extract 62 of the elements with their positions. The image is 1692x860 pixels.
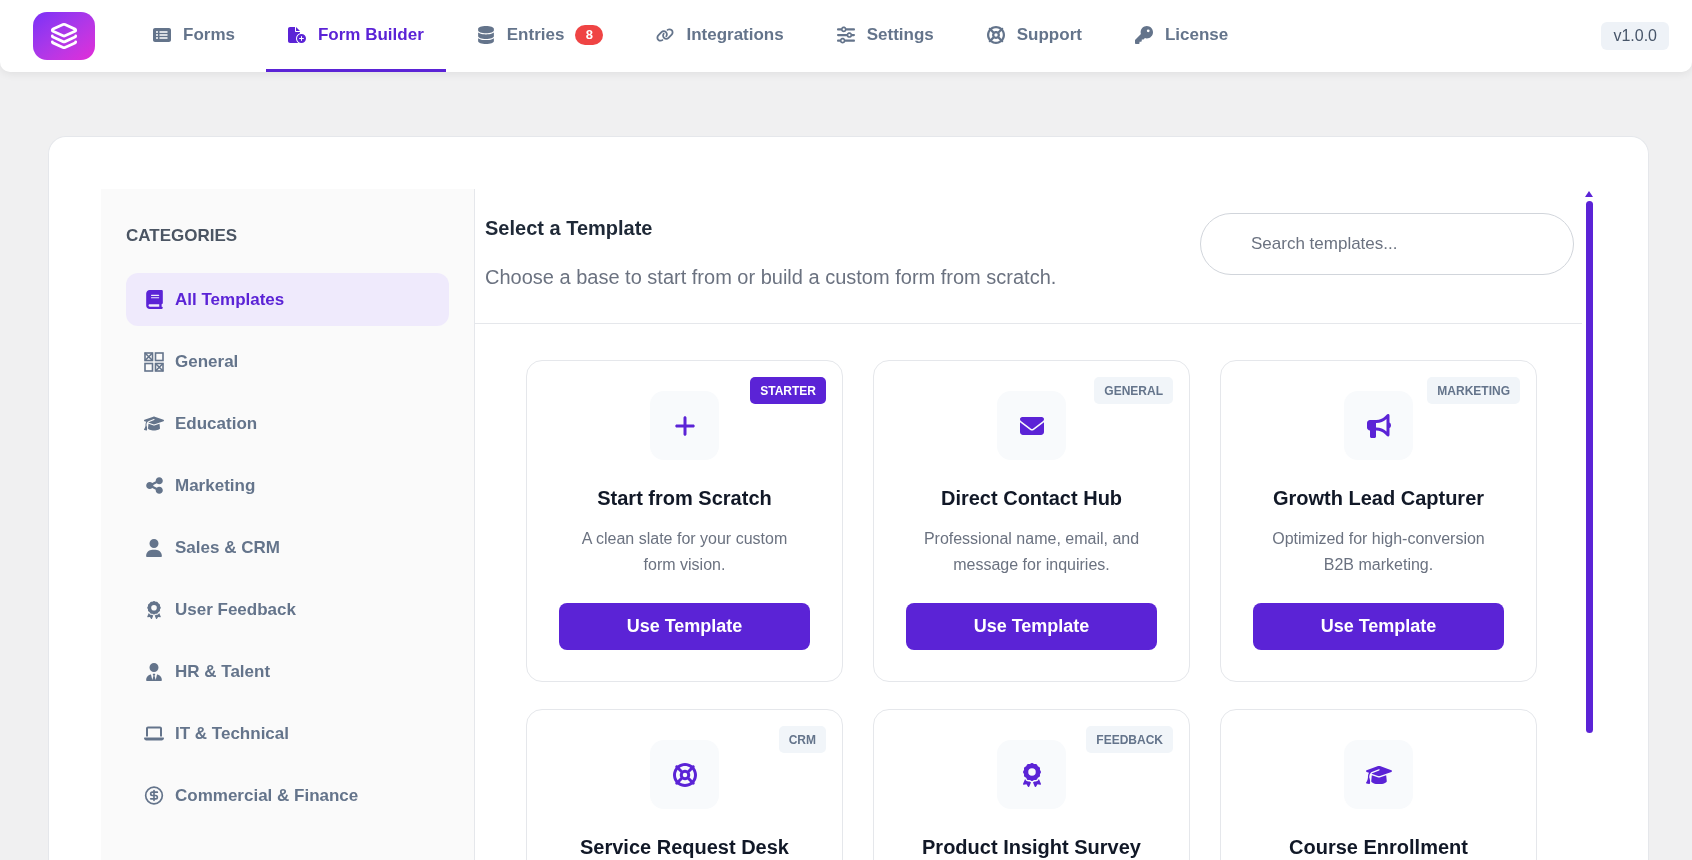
category-item[interactable]: All Templates xyxy=(126,273,449,326)
category-badge: MARKETING xyxy=(1427,377,1520,404)
user-tie-icon xyxy=(145,662,163,681)
award-icon xyxy=(997,740,1066,809)
list-icon xyxy=(153,25,171,44)
nav-tab[interactable]: Forms xyxy=(131,0,257,72)
nav-tab[interactable]: Form Builder xyxy=(265,0,446,72)
template-title: Start from Scratch xyxy=(597,486,772,511)
template-title: Growth Lead Capturer xyxy=(1272,486,1485,511)
version-badge: v1.0.0 xyxy=(1601,22,1669,50)
nav-tab[interactable]: Entries 8 xyxy=(454,0,626,72)
category-item[interactable]: Education xyxy=(126,397,449,450)
use-template-button[interactable]: Use Template xyxy=(1253,603,1504,650)
grid-icon xyxy=(144,351,164,372)
sidebar-heading: CATEGORIES xyxy=(126,225,239,247)
category-badge: GENERAL xyxy=(1094,377,1173,404)
category-item[interactable]: IT & Technical xyxy=(126,707,449,760)
graduation-cap-icon xyxy=(1344,740,1413,809)
category-badge: STARTER xyxy=(750,377,826,404)
nav-tab[interactable]: Settings xyxy=(814,0,956,72)
template-title: Direct Contact Hub xyxy=(940,486,1123,511)
template-title: Service Request Desk xyxy=(580,835,789,860)
search-field[interactable]: Search templates... xyxy=(1200,213,1574,275)
share-icon xyxy=(144,476,164,495)
category-item[interactable]: User Feedback xyxy=(126,583,449,636)
category-item[interactable]: Commercial & Finance xyxy=(126,769,449,822)
count-badge: 8 xyxy=(575,24,604,45)
logo-icon[interactable] xyxy=(33,12,95,60)
scroll-up-arrow-icon[interactable] xyxy=(1585,191,1593,197)
plus-icon xyxy=(650,391,719,460)
category-item[interactable]: Sales & CRM xyxy=(126,521,449,574)
section-subtitle: Choose a base to start from or build a custom form from scratch. xyxy=(485,265,1057,290)
envelope-icon xyxy=(997,391,1066,460)
nav-tab[interactable]: Integrations xyxy=(634,0,806,72)
life-ring-icon xyxy=(650,740,719,809)
category-item[interactable]: Marketing xyxy=(126,459,449,512)
nav-tab[interactable]: License xyxy=(1112,0,1251,72)
megaphone-icon xyxy=(1344,391,1413,460)
section-title: Select a Template xyxy=(485,216,653,241)
use-template-button[interactable]: Use Template xyxy=(559,603,810,650)
dollar-circle-icon xyxy=(144,785,164,806)
category-item[interactable]: HR & Talent xyxy=(126,645,449,698)
database-icon xyxy=(476,25,495,44)
template-title: Product Insight Survey xyxy=(922,835,1141,860)
file-plus-icon xyxy=(287,25,306,44)
link-icon xyxy=(656,25,675,44)
nav-tab[interactable]: Support xyxy=(964,0,1104,72)
template-title: Course Enrollment xyxy=(1289,835,1468,860)
template-description: Professional name, email, and message for inquiries. xyxy=(922,529,1141,575)
category-badge: FEEDBACK xyxy=(1086,726,1173,753)
life-ring-icon xyxy=(986,25,1005,44)
scrollbar-thumb[interactable] xyxy=(1585,201,1593,733)
book-icon xyxy=(144,290,164,309)
key-icon xyxy=(1134,25,1153,44)
template-description: Optimized for high-conversion B2B marketing. xyxy=(1271,529,1486,575)
use-template-button[interactable]: Use Template xyxy=(906,603,1157,650)
template-description: A clean slate for your custom form vision. xyxy=(580,529,789,575)
category-item[interactable]: General xyxy=(126,335,449,388)
user-icon xyxy=(145,538,163,557)
category-badge: CRM xyxy=(778,726,826,753)
sliders-icon xyxy=(836,25,855,44)
award-icon xyxy=(145,600,163,619)
